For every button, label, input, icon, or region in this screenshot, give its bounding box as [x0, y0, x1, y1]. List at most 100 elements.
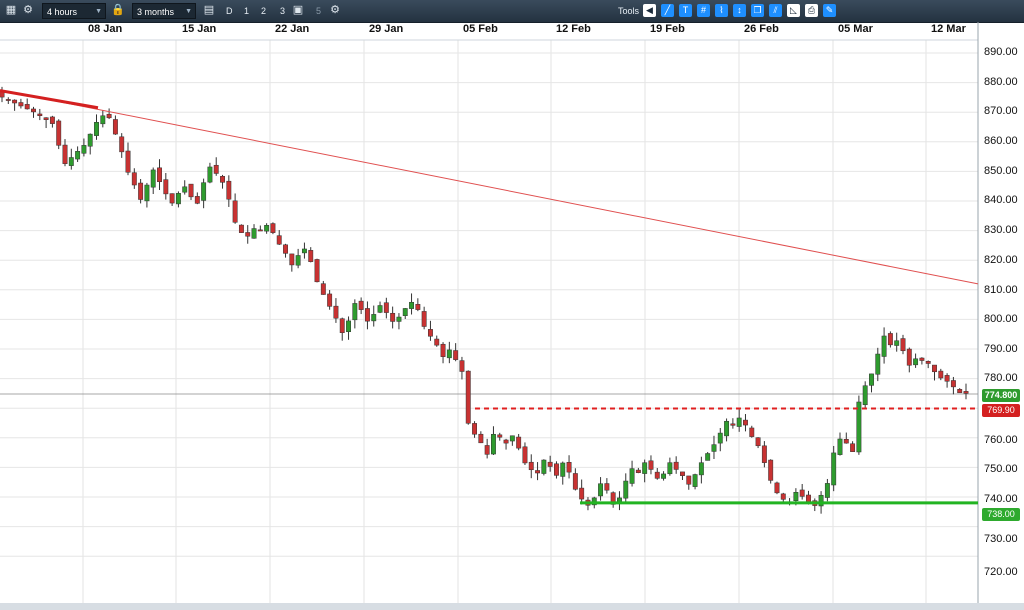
candle-body: [913, 358, 919, 366]
x-tick-label: 15 Jan: [182, 23, 217, 35]
candle-body: [364, 308, 370, 322]
candle-body: [736, 417, 742, 427]
candle-body: [434, 338, 440, 346]
candle-body: [251, 228, 257, 239]
candle-body: [522, 446, 528, 464]
candle-body: [642, 462, 648, 474]
candle-body: [138, 182, 144, 200]
candles-layer: [0, 86, 969, 514]
candle-body: [264, 225, 270, 232]
candle-body: [257, 229, 263, 232]
candle-body: [806, 494, 811, 503]
candle-body: [327, 293, 333, 307]
candle-body: [528, 461, 534, 471]
candle-body: [862, 385, 868, 406]
candle-body: [421, 311, 427, 327]
candle-body: [49, 116, 55, 124]
candle-body: [925, 361, 931, 364]
candle-body: [409, 301, 414, 309]
candle-body: [484, 445, 490, 455]
candle-body: [427, 329, 433, 337]
candle-body: [503, 439, 509, 444]
x-tick-label: 05 Mar: [838, 23, 873, 35]
candle-body: [686, 475, 692, 485]
candle-body: [906, 348, 912, 366]
y-tick-label: 850.00: [984, 165, 1018, 177]
y-tick-label: 830.00: [984, 224, 1018, 236]
candle-body: [339, 318, 345, 333]
candle-body: [188, 183, 194, 198]
y-tick-label: 880.00: [984, 76, 1018, 88]
candle-body: [635, 469, 641, 473]
candle-body: [648, 460, 654, 470]
candle-body: [62, 144, 68, 164]
candle-body: [617, 497, 622, 503]
candle-body: [667, 462, 673, 475]
candle-body: [150, 169, 156, 188]
candle-body: [932, 364, 937, 373]
candle-body: [837, 438, 843, 455]
candle-body: [276, 235, 282, 245]
candle-body: [270, 223, 276, 233]
y-tick-label: 810.00: [984, 284, 1018, 296]
candle-body: [119, 136, 125, 153]
candle-body: [623, 480, 629, 499]
candle-body: [289, 253, 295, 266]
candle-body: [919, 357, 925, 361]
y-tick-label: 750.00: [984, 463, 1018, 475]
candle-body: [509, 435, 515, 442]
candle-body: [453, 350, 459, 360]
candle-body: [459, 360, 465, 372]
candle-body: [163, 179, 169, 195]
candle-body: [100, 115, 106, 125]
candle-body: [661, 473, 667, 479]
candle-body: [194, 196, 200, 204]
candle-body: [894, 340, 900, 346]
candle-body: [761, 445, 767, 463]
candle-body: [604, 483, 610, 491]
candle-body: [724, 420, 730, 437]
candle-body: [831, 452, 837, 486]
x-tick-label: 19 Feb: [650, 23, 685, 35]
candle-body: [654, 471, 660, 479]
candle-body: [131, 172, 137, 186]
candle-body: [12, 99, 18, 104]
candle-body: [415, 304, 421, 310]
x-tick-label: 26 Feb: [744, 23, 779, 35]
candle-body: [446, 349, 452, 359]
candle-body: [125, 150, 131, 173]
x-tick-label: 08 Jan: [88, 23, 123, 35]
candle-body: [768, 459, 774, 481]
y-tick-label: 800.00: [984, 313, 1018, 325]
candle-body: [957, 389, 963, 394]
candle-body: [547, 461, 553, 467]
candle-body: [333, 305, 339, 319]
candle-body: [516, 436, 522, 449]
candle-body: [799, 489, 805, 497]
candle-body: [383, 302, 389, 313]
y-tick-label: 820.00: [984, 254, 1018, 266]
candle-body: [5, 99, 11, 101]
candle-body: [711, 444, 717, 452]
candle-body: [283, 244, 288, 254]
candle-body: [579, 487, 585, 500]
candle-body: [698, 462, 704, 476]
candle-body: [572, 473, 578, 490]
candle-body: [598, 483, 604, 497]
candle-body: [793, 492, 799, 501]
candle-body: [232, 200, 238, 223]
candle-body: [144, 184, 150, 202]
candle-body: [87, 133, 93, 147]
candle-body: [112, 119, 118, 135]
candle-body: [780, 493, 786, 500]
candle-body: [31, 108, 36, 113]
candle-body: [94, 122, 99, 136]
candle-body: [358, 300, 364, 310]
scroll-bar[interactable]: [0, 603, 1024, 610]
price-chart[interactable]: [0, 0, 1024, 610]
candle-body: [207, 166, 213, 183]
candle-body: [402, 308, 408, 316]
candle-body: [175, 193, 181, 205]
candle-body: [472, 423, 477, 435]
candle-body: [390, 312, 396, 322]
